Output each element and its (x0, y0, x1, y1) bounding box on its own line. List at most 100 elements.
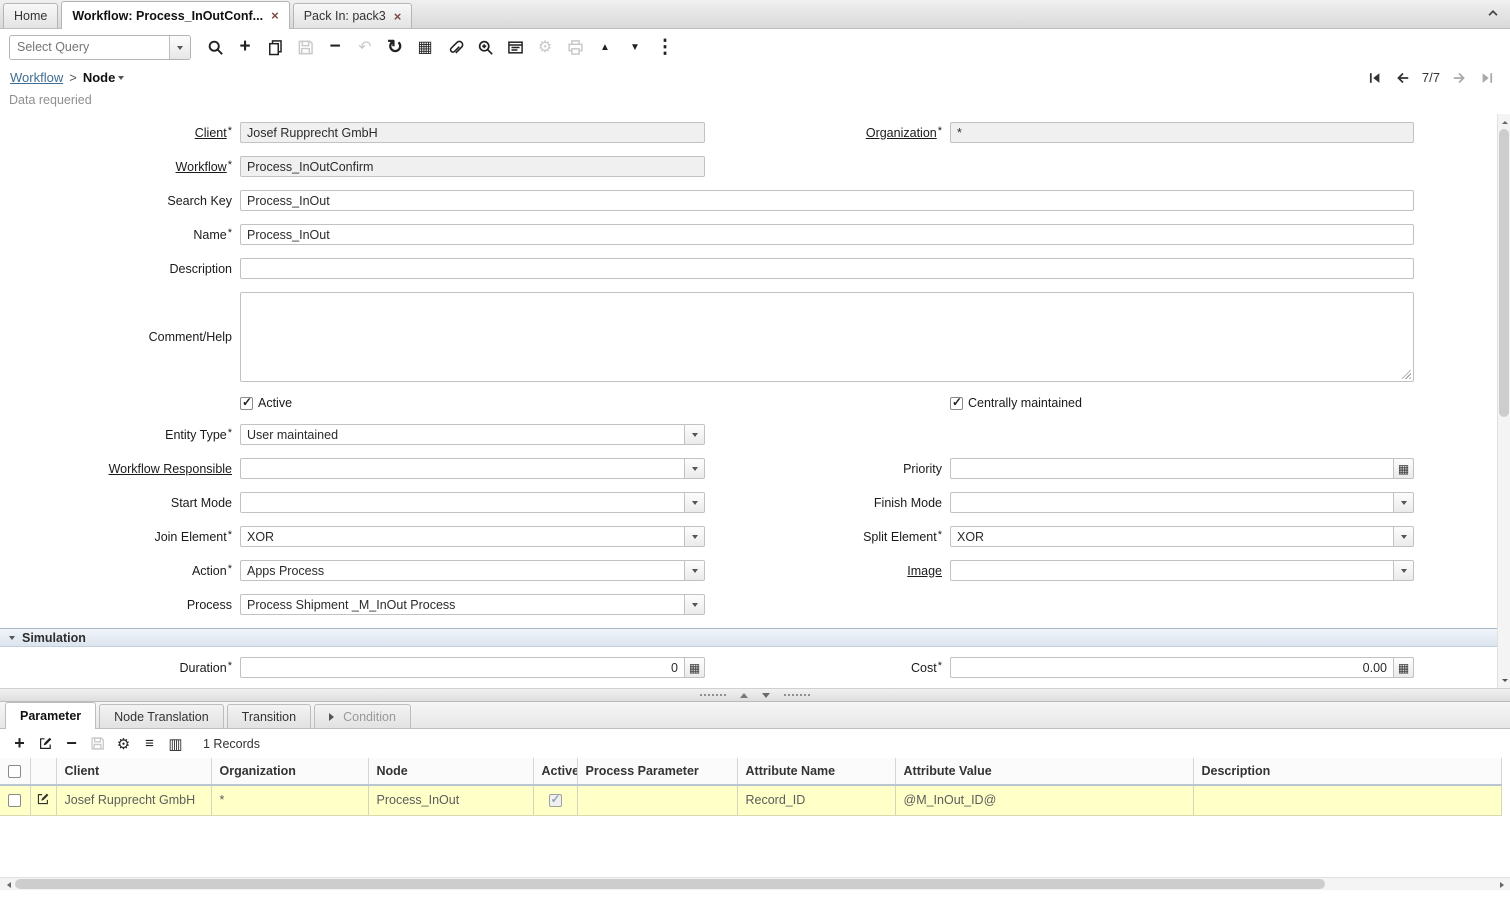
print-icon[interactable] (563, 35, 587, 59)
splitter-grip[interactable] (700, 694, 726, 696)
column-header-description[interactable]: Description (1193, 758, 1502, 785)
action-input[interactable] (240, 560, 684, 581)
entity-type-dropdown-icon[interactable] (684, 424, 705, 445)
edit-row-icon[interactable] (35, 733, 56, 754)
comment-help-textarea[interactable] (240, 292, 1414, 382)
export-list-icon[interactable]: ≡ (139, 733, 160, 754)
overflow-menu-icon[interactable]: ⋮ (653, 35, 677, 59)
calculator-icon[interactable]: ▦ (1393, 657, 1414, 678)
delete-row-icon[interactable]: − (61, 733, 82, 754)
delete-record-icon[interactable]: − (323, 35, 347, 59)
tab-pack-in[interactable]: Pack In: pack3 × (293, 3, 413, 28)
tab-workflow[interactable]: Workflow: Process_InOutConf... × (61, 1, 289, 29)
select-all-checkbox[interactable] (8, 765, 21, 778)
refresh-icon[interactable]: ↻ (383, 35, 407, 59)
resize-handle-icon[interactable] (1402, 370, 1411, 379)
vertical-scrollbar[interactable] (1497, 114, 1510, 688)
start-mode-input[interactable] (240, 492, 684, 513)
new-row-icon[interactable]: + (9, 733, 30, 754)
process-dropdown-icon[interactable] (684, 594, 705, 615)
vertical-scrollbar-thumb[interactable] (1499, 129, 1509, 417)
select-query-dropdown-icon[interactable] (169, 36, 190, 59)
attachment-icon[interactable] (443, 35, 467, 59)
scroll-right-icon[interactable] (1496, 878, 1510, 891)
column-header-organization[interactable]: Organization (211, 758, 368, 785)
workflow-input[interactable] (240, 156, 705, 177)
finish-mode-input[interactable] (950, 492, 1393, 513)
join-element-dropdown-icon[interactable] (684, 526, 705, 547)
column-header-process-parameter[interactable]: Process Parameter (577, 758, 737, 785)
process-input[interactable] (240, 594, 684, 615)
save-icon[interactable] (293, 35, 317, 59)
previous-record-icon[interactable] (1394, 69, 1412, 87)
splitter[interactable] (0, 688, 1510, 702)
column-header-attribute-name[interactable]: Attribute Name (737, 758, 895, 785)
arrow-up-icon[interactable]: ▲ (593, 35, 617, 59)
workflow-responsible-input[interactable] (240, 458, 684, 479)
start-mode-dropdown-icon[interactable] (684, 492, 705, 513)
close-icon[interactable]: × (394, 10, 402, 23)
split-element-dropdown-icon[interactable] (1393, 526, 1414, 547)
splitter-grip[interactable] (784, 694, 810, 696)
breadcrumb-workflow-link[interactable]: Workflow (10, 70, 63, 85)
entity-type-input[interactable] (240, 424, 684, 445)
tab-parameter[interactable]: Parameter (5, 702, 96, 729)
image-input[interactable] (950, 560, 1393, 581)
column-header-client[interactable]: Client (56, 758, 211, 785)
undo-icon[interactable]: ↶ (353, 35, 377, 59)
image-dropdown-icon[interactable] (1393, 560, 1414, 581)
splitter-collapse-down-icon[interactable] (762, 693, 770, 702)
first-record-icon[interactable] (1366, 69, 1384, 87)
close-icon[interactable]: × (271, 9, 279, 22)
column-header-attribute-value[interactable]: Attribute Value (895, 758, 1193, 785)
table-row[interactable]: Josef Rupprecht GmbH * Process_InOut Rec… (0, 785, 1502, 815)
tab-node-translation[interactable]: Node Translation (99, 704, 224, 728)
search-icon[interactable] (203, 35, 227, 59)
active-checkbox[interactable]: Active (240, 396, 292, 410)
finish-mode-dropdown-icon[interactable] (1393, 492, 1414, 513)
tab-transition[interactable]: Transition (227, 704, 311, 728)
breadcrumb-current-tab[interactable]: Node (83, 70, 125, 85)
last-record-icon[interactable] (1478, 69, 1496, 87)
tab-condition[interactable]: Condition (314, 704, 411, 728)
calculator-icon[interactable]: ▦ (684, 657, 705, 678)
report-icon[interactable] (503, 35, 527, 59)
client-input[interactable] (240, 122, 705, 143)
grid-toggle-icon[interactable]: ▦ (413, 35, 437, 59)
duration-input[interactable] (240, 657, 684, 678)
arrow-down-icon[interactable]: ▼ (623, 35, 647, 59)
gear-icon[interactable]: ⚙ (113, 733, 134, 754)
action-dropdown-icon[interactable] (684, 560, 705, 581)
select-query-input[interactable] (10, 36, 169, 59)
join-element-input[interactable] (240, 526, 684, 547)
workflow-responsible-dropdown-icon[interactable] (684, 458, 705, 479)
save-icon[interactable] (87, 733, 108, 754)
cost-input[interactable] (950, 657, 1393, 678)
horizontal-scrollbar-thumb[interactable] (15, 879, 1325, 889)
priority-input[interactable] (950, 458, 1393, 479)
description-input[interactable] (240, 258, 1414, 279)
checkbox-icon[interactable] (240, 397, 253, 410)
column-header-active[interactable]: Active (533, 758, 577, 785)
checkbox-icon[interactable] (950, 397, 963, 410)
calculator-icon[interactable]: ▦ (1393, 458, 1414, 479)
column-header-node[interactable]: Node (368, 758, 533, 785)
scroll-down-icon[interactable] (1498, 675, 1510, 688)
centrally-maintained-checkbox[interactable]: Centrally maintained (950, 396, 1082, 410)
search-key-input[interactable] (240, 190, 1414, 211)
gear-icon[interactable]: ⚙ (533, 35, 557, 59)
chevron-up-icon[interactable] (1483, 5, 1503, 23)
toggle-columns-icon[interactable]: ▥ (165, 733, 186, 754)
row-edit-icon[interactable] (36, 795, 50, 809)
organization-input[interactable] (950, 122, 1414, 143)
split-element-input[interactable] (950, 526, 1393, 547)
copy-record-icon[interactable] (263, 35, 287, 59)
new-record-icon[interactable]: + (233, 35, 257, 59)
simulation-section-header[interactable]: Simulation (0, 628, 1510, 647)
scroll-left-icon[interactable] (0, 878, 14, 891)
name-input[interactable] (240, 224, 1414, 245)
tab-home[interactable]: Home (3, 3, 58, 28)
horizontal-scrollbar[interactable] (0, 877, 1510, 890)
next-record-icon[interactable] (1450, 69, 1468, 87)
row-checkbox[interactable] (8, 794, 21, 807)
